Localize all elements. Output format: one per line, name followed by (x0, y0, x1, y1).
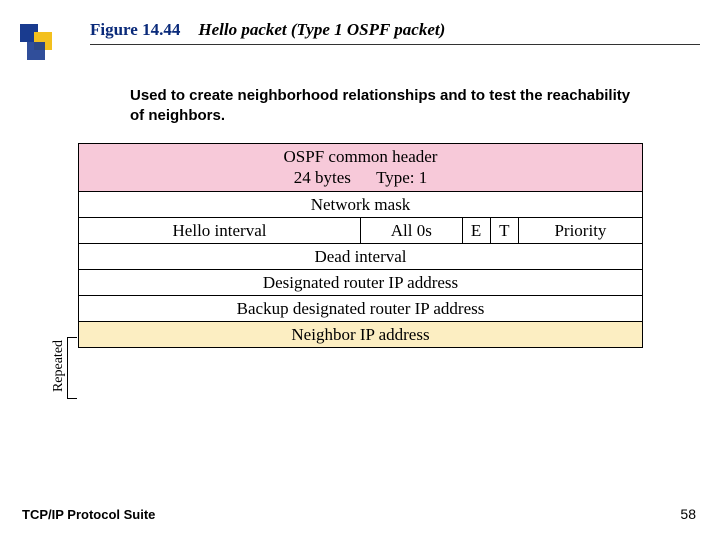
header-line1: OSPF common header (83, 147, 638, 167)
table-row: Dead interval (79, 244, 643, 270)
ospf-common-header-cell: OSPF common header 24 bytes Type: 1 (79, 144, 643, 192)
table-row: Designated router IP address (79, 270, 643, 296)
figure-header: Figure 14.44 Hello packet (Type 1 OSPF p… (90, 10, 700, 45)
packet-diagram: OSPF common header 24 bytes Type: 1 Netw… (78, 143, 643, 348)
figure-title: Hello packet (Type 1 OSPF packet) (198, 20, 445, 40)
repeated-label: Repeated (51, 331, 67, 401)
t-flag-cell: T (490, 218, 518, 244)
figure-label: Figure 14.44 (90, 20, 180, 40)
figure-description: Used to create neighborhood relationship… (130, 86, 635, 125)
priority-cell: Priority (518, 218, 642, 244)
deco-square (27, 42, 45, 60)
packet-table: OSPF common header 24 bytes Type: 1 Netw… (78, 143, 643, 348)
repeated-indicator: Repeated (55, 339, 77, 401)
header-bytes: 24 bytes (294, 168, 351, 187)
header-line2: 24 bytes Type: 1 (83, 168, 638, 188)
corner-decoration (20, 24, 60, 64)
footer-source: TCP/IP Protocol Suite (22, 507, 155, 522)
table-row: Hello interval All 0s E T Priority (79, 218, 643, 244)
bracket-icon (67, 337, 77, 399)
header-type: Type: 1 (376, 168, 427, 187)
table-row: Backup designated router IP address (79, 296, 643, 322)
page-number: 58 (680, 506, 696, 522)
hello-interval-cell: Hello interval (79, 218, 361, 244)
e-flag-cell: E (462, 218, 490, 244)
all0s-cell: All 0s (361, 218, 463, 244)
backup-designated-router-cell: Backup designated router IP address (79, 296, 643, 322)
table-row: Neighbor IP address (79, 322, 643, 348)
network-mask-cell: Network mask (79, 192, 643, 218)
designated-router-cell: Designated router IP address (79, 270, 643, 296)
dead-interval-cell: Dead interval (79, 244, 643, 270)
table-row: Network mask (79, 192, 643, 218)
neighbor-ip-cell: Neighbor IP address (79, 322, 643, 348)
table-row-header: OSPF common header 24 bytes Type: 1 (79, 144, 643, 192)
